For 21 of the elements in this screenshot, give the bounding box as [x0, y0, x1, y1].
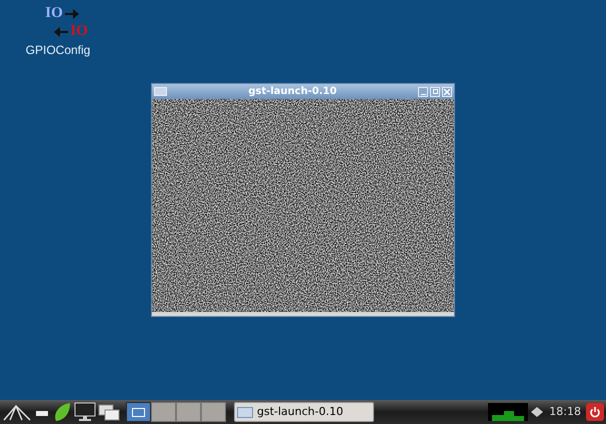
task-button[interactable]: gst-launch-0.10 — [234, 402, 374, 422]
icon-glyph: IO — [45, 6, 63, 21]
left-arrow-icon — [54, 26, 68, 36]
desktop-icon-label[interactable]: GPIOConfig — [26, 41, 90, 59]
power-button[interactable] — [586, 403, 604, 421]
right-arrow-icon — [64, 8, 79, 18]
power-icon — [589, 406, 601, 418]
menu-icon[interactable] — [2, 403, 32, 421]
desktop-switcher[interactable] — [201, 402, 226, 422]
monitor-icon[interactable] — [74, 402, 96, 422]
clock: 18:18 — [548, 404, 582, 420]
leaf-icon[interactable] — [52, 402, 72, 422]
window-title: gst-launch-0.10 — [247, 85, 338, 98]
desktop-switcher[interactable] — [176, 402, 201, 422]
network-icon — [530, 405, 544, 419]
windows-icon[interactable] — [98, 402, 120, 422]
window-icon — [154, 87, 167, 96]
desktop-switcher[interactable] — [126, 402, 151, 422]
desktop-switcher[interactable] — [151, 402, 176, 422]
icon-glyph: IO — [70, 24, 88, 39]
cpu-monitor-drawing — [488, 403, 528, 421]
